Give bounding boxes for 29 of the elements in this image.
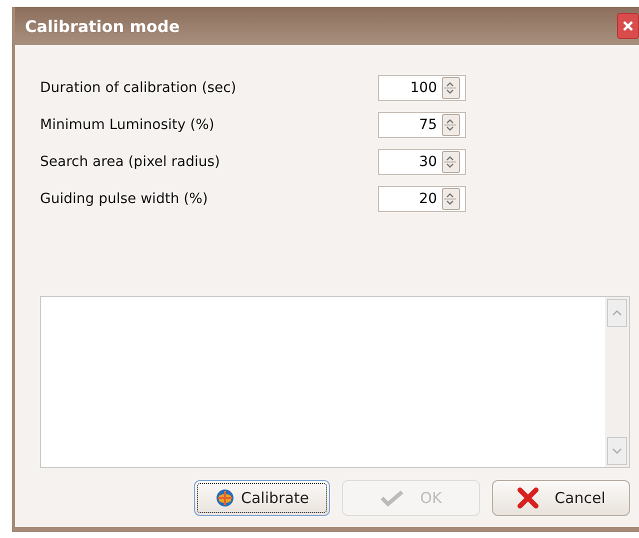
field-value: 20	[418, 191, 438, 207]
caret-down-icon	[611, 447, 623, 455]
spinner-button[interactable]	[442, 77, 460, 99]
close-button[interactable]	[617, 13, 639, 39]
spinner-button[interactable]	[442, 188, 460, 210]
dialog-button[interactable]: Cancel	[492, 480, 630, 516]
number-field[interactable]: 75	[378, 112, 466, 138]
scroll-down-button[interactable]	[607, 437, 627, 465]
spinner-button[interactable]	[442, 151, 460, 173]
number-field[interactable]: 30	[378, 149, 466, 175]
field-value: 30	[418, 154, 438, 170]
globe-icon	[215, 488, 235, 508]
close-icon	[622, 20, 634, 32]
number-field[interactable]: 20	[378, 186, 466, 212]
window-title: Calibration mode	[24, 16, 180, 36]
number-field[interactable]: 100	[378, 75, 466, 101]
spinner-button[interactable]	[442, 114, 460, 136]
checkmark-icon	[380, 489, 404, 507]
scroll-up-button[interactable]	[607, 299, 627, 327]
field-value: 100	[409, 80, 438, 96]
field-label: Guiding pulse width (%)	[40, 191, 209, 207]
caret-up-icon	[611, 309, 623, 317]
field-label: Search area (pixel radius)	[40, 154, 222, 170]
cross-icon	[516, 487, 539, 509]
field-label: Duration of calibration (sec)	[40, 80, 238, 96]
scrollbar[interactable]	[605, 297, 629, 467]
field-value: 75	[418, 117, 438, 133]
field-label: Minimum Luminosity (%)	[40, 117, 216, 133]
dialog-button[interactable]: Calibrate	[194, 480, 330, 516]
